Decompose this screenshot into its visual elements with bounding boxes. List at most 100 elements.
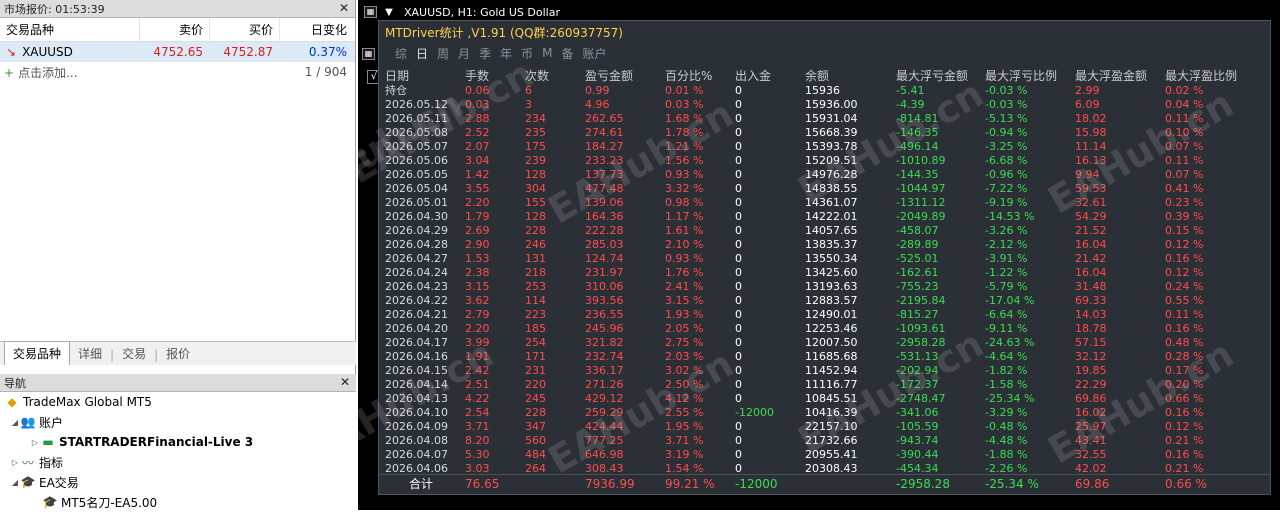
- close-icon[interactable]: ✕: [339, 1, 349, 15]
- nav-item-account[interactable]: ▷ ▬ STARTRADERFinancial-Live 3: [0, 432, 356, 452]
- tab-details[interactable]: 详细: [70, 342, 110, 365]
- tab-weekly[interactable]: 周: [437, 45, 449, 62]
- trade-levels-icon[interactable]: ▦: [362, 48, 375, 60]
- grid-icon: ▦: [364, 6, 377, 18]
- cell-max-fp-pct: 0.12 %: [1165, 237, 1204, 251]
- cell-max-fp-pct: 0.28 %: [1165, 349, 1204, 363]
- total-max-fp: 69.86: [1075, 476, 1110, 491]
- cell-max-dd: -755.23: [896, 279, 939, 293]
- cell-profit: 777.25: [585, 433, 624, 447]
- nav-item-accounts[interactable]: ◢ 👥 账户: [0, 412, 356, 432]
- cell-max-fp-pct: 0.48 %: [1165, 335, 1204, 349]
- tab-account[interactable]: 账户: [582, 45, 606, 62]
- cell-profit: 308.43: [585, 461, 624, 475]
- cell-balance: 12883.57: [805, 293, 858, 307]
- cell-max-dd: -289.89: [896, 237, 939, 251]
- cell-balance: 13550.34: [805, 251, 858, 265]
- cell-date: 持仓: [385, 84, 407, 97]
- cell-lots: 4.22: [465, 391, 490, 405]
- tab-daily[interactable]: 日: [416, 45, 428, 62]
- symbol-row[interactable]: ↘ XAUUSD 4752.65 4752.87 0.37%: [0, 42, 355, 62]
- symbol-name: XAUUSD: [22, 44, 73, 59]
- col-header-percent: 百分比%: [665, 68, 713, 83]
- cell-lots: 3.03: [465, 461, 490, 475]
- stats-title: MTDriver统计 ,V1.91 (QQ群:260937757): [385, 25, 623, 40]
- col-change-header[interactable]: 日变化: [280, 18, 353, 41]
- col-bid-header[interactable]: 卖价: [140, 18, 210, 41]
- tab-ticks[interactable]: 报价: [158, 342, 198, 365]
- cell-lots: 2.54: [465, 405, 490, 419]
- cell-max-fp-pct: 0.23 %: [1165, 195, 1204, 209]
- cell-balance: 13425.60: [805, 265, 858, 279]
- nav-item-label: MT5名刀-EA5.00: [61, 495, 158, 510]
- cell-max-dd-pct: -0.96 %: [985, 167, 1028, 181]
- tab-notes[interactable]: 备: [561, 45, 573, 62]
- cell-lots: 2.52: [465, 125, 490, 139]
- nav-item-label: EA交易: [39, 475, 79, 490]
- cell-max-dd-pct: -0.03 %: [985, 97, 1028, 111]
- cell-max-dd-pct: -3.25 %: [985, 139, 1028, 153]
- cell-deposit: 0: [735, 433, 742, 447]
- cell-deposit: 0: [735, 363, 742, 377]
- cell-max-dd-pct: -9.19 %: [985, 195, 1028, 209]
- add-symbol-row[interactable]: + 点击添加... 1 / 904: [0, 62, 355, 82]
- nav-item-experts[interactable]: ◢ 🎓 EA交易: [0, 472, 356, 492]
- table-row: 2026.04.13 4.22 245 429.12 4.12 % 0 10845.51 -2…: [379, 391, 1270, 405]
- cell-max-fp: 15.98: [1075, 125, 1107, 139]
- cell-max-fp: 6.09: [1075, 97, 1100, 111]
- cell-percent: 0.98 %: [665, 195, 704, 209]
- cell-date: 2026.04.30: [385, 209, 448, 223]
- tab-symbols[interactable]: 交易品种: [4, 341, 71, 365]
- cell-percent: 1.68 %: [665, 111, 704, 125]
- cell-profit: 4.96: [585, 97, 610, 111]
- cell-max-fp: 69.33: [1075, 293, 1107, 307]
- tab-trading[interactable]: 交易: [114, 342, 154, 365]
- cell-balance: 10845.51: [805, 391, 858, 405]
- tab-overview[interactable]: 综: [395, 45, 407, 62]
- col-ask-header[interactable]: 买价: [210, 18, 280, 41]
- cell-max-dd-pct: -6.64 %: [985, 307, 1028, 321]
- cell-max-dd-pct: -0.48 %: [985, 419, 1028, 433]
- cell-count: 347: [525, 419, 546, 433]
- chart-window[interactable]: ▦ ▼ XAUUSD, H1: Gold US Dollar ▦ √ MTDri…: [358, 0, 1280, 510]
- cell-date: 2026.04.14: [385, 377, 448, 391]
- table-row: 2026.05.05 1.42 128 137.73 0.93 % 0 14976.28 -1…: [379, 167, 1270, 181]
- ea-icon: 🎓: [20, 475, 36, 489]
- chevron-down-icon[interactable]: ◢: [10, 418, 20, 427]
- cell-max-dd: -814.81: [896, 111, 939, 125]
- tab-m[interactable]: M: [542, 46, 552, 60]
- total-profit: 7936.99: [585, 476, 635, 491]
- nav-item-broker[interactable]: ◆ TradeMax Global MT5: [0, 392, 356, 412]
- cell-profit: 222.28: [585, 223, 624, 237]
- cell-balance: 15209.51: [805, 153, 858, 167]
- col-symbol-header[interactable]: 交易品种: [0, 18, 140, 41]
- arrow-down-icon: ▼: [385, 6, 393, 18]
- cell-balance: 15668.39: [805, 125, 858, 139]
- cell-percent: 2.55 %: [665, 405, 704, 419]
- tab-yearly[interactable]: 年: [500, 45, 512, 62]
- col-header-count: 次数: [525, 68, 550, 83]
- cell-profit: 646.98: [585, 447, 624, 461]
- cell-percent: 2.05 %: [665, 321, 704, 335]
- tab-quarterly[interactable]: 季: [479, 45, 491, 62]
- cell-max-fp: 21.42: [1075, 251, 1107, 265]
- close-icon[interactable]: ✕: [340, 375, 350, 389]
- tab-currency[interactable]: 币: [521, 45, 533, 62]
- chevron-down-icon[interactable]: ◢: [10, 478, 20, 487]
- cell-max-dd: -146.35: [896, 125, 939, 139]
- cell-balance: 14976.28: [805, 167, 858, 181]
- add-symbol-label: 点击添加...: [18, 65, 78, 80]
- nav-item-indicators[interactable]: ▷ 〰 指标: [0, 452, 356, 472]
- chevron-right-icon[interactable]: ▷: [30, 438, 40, 447]
- cell-percent: 3.19 %: [665, 447, 704, 461]
- chevron-right-icon[interactable]: ▷: [10, 458, 20, 467]
- cell-profit: 259.29: [585, 405, 624, 419]
- tab-monthly[interactable]: 月: [458, 45, 470, 62]
- nav-item-ea[interactable]: 🎓 MT5名刀-EA5.00: [0, 492, 356, 512]
- cell-date: 2026.05.06: [385, 153, 448, 167]
- cell-percent: 2.41 %: [665, 279, 704, 293]
- add-symbol-link[interactable]: + 点击添加...: [0, 64, 283, 81]
- cell-count: 3: [525, 97, 532, 111]
- cell-deposit: 0: [735, 293, 742, 307]
- col-header-balance: 余额: [805, 68, 830, 83]
